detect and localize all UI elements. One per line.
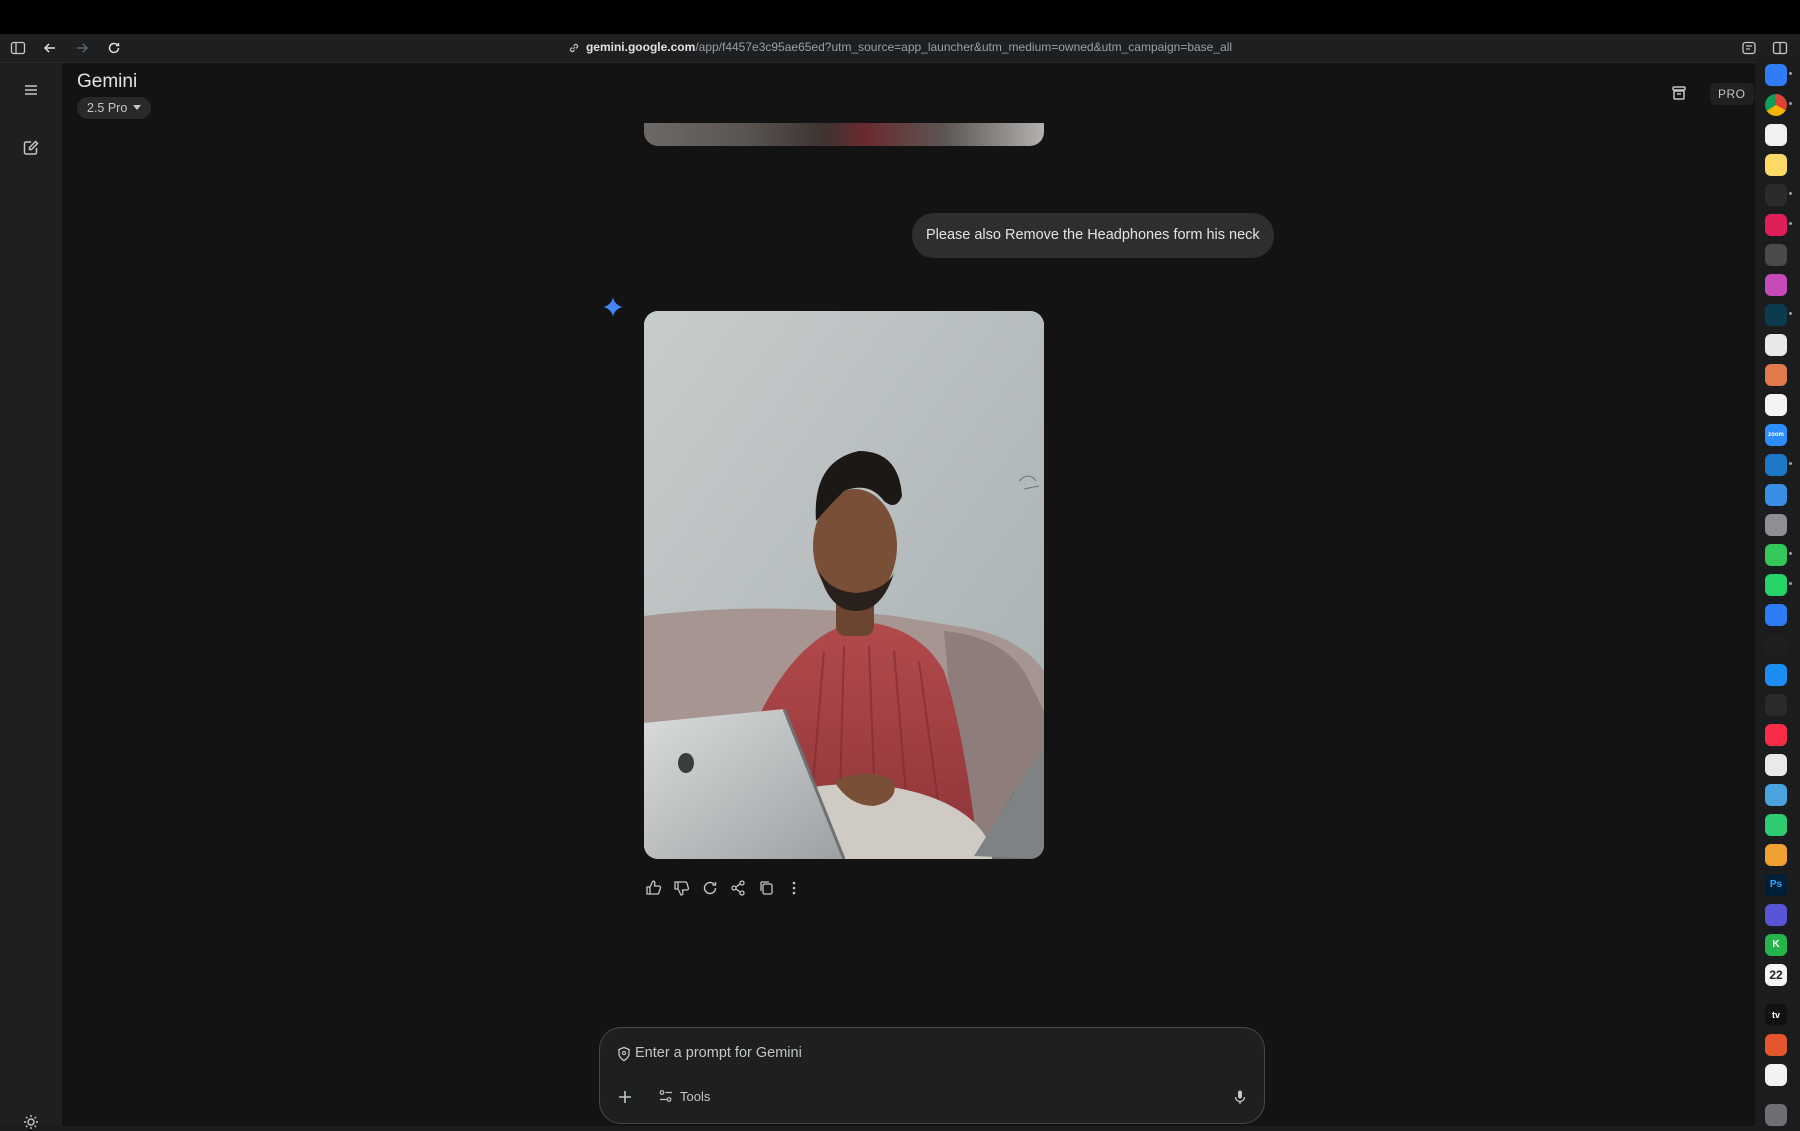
chart-app-icon[interactable] xyxy=(1765,694,1787,716)
slack-icon[interactable] xyxy=(1765,214,1787,236)
thumbs-up-icon[interactable] xyxy=(644,878,664,898)
activity-monitor-icon[interactable] xyxy=(1765,634,1787,656)
app-title: Gemini xyxy=(77,71,138,92)
new-chat-icon[interactable] xyxy=(19,136,43,160)
left-sidebar xyxy=(0,63,62,1126)
macos-dock: zoom Ps K 22 tv xyxy=(1755,56,1800,1126)
paperplane-app-icon[interactable] xyxy=(1765,604,1787,626)
user-message: Please also Remove the Headphones form h… xyxy=(912,213,1274,258)
photos-icon[interactable] xyxy=(1765,1064,1787,1086)
utility-app-icon[interactable] xyxy=(1765,784,1787,806)
photoshop-icon[interactable]: Ps xyxy=(1765,874,1787,896)
messages-icon[interactable] xyxy=(1765,544,1787,566)
notes-icon[interactable] xyxy=(1765,154,1787,176)
utility-red-icon[interactable] xyxy=(1765,1034,1787,1056)
pro-badge: PRO xyxy=(1710,83,1754,105)
tools-label: Tools xyxy=(680,1089,711,1104)
settings-app-icon[interactable] xyxy=(1765,904,1787,926)
more-options-icon[interactable] xyxy=(784,878,804,898)
shield-icon xyxy=(618,1046,630,1062)
microphone-icon[interactable] xyxy=(1231,1088,1249,1106)
caret-down-icon xyxy=(133,105,142,110)
previous-generated-image[interactable] xyxy=(644,123,1044,146)
running-indicator xyxy=(1789,462,1792,465)
prompt-composer: Enter a prompt for Gemini Tools xyxy=(599,1027,1265,1124)
model-label: 2.5 Pro xyxy=(87,101,128,115)
thumbs-down-icon[interactable] xyxy=(672,878,692,898)
finder-icon[interactable] xyxy=(1765,64,1787,86)
copy-icon[interactable] xyxy=(756,878,776,898)
chrome-icon[interactable] xyxy=(1765,94,1787,116)
model-selector[interactable]: 2.5 Pro xyxy=(77,97,152,119)
share-icon[interactable] xyxy=(728,878,748,898)
trash-icon[interactable] xyxy=(1765,1104,1787,1126)
menu-icon[interactable] xyxy=(19,78,43,102)
running-indicator xyxy=(1789,312,1792,315)
calendar-icon[interactable]: 22 xyxy=(1765,964,1787,986)
music-icon[interactable] xyxy=(1765,724,1787,746)
facetime-icon[interactable] xyxy=(1765,814,1787,836)
figma-icon[interactable] xyxy=(1765,184,1787,206)
url-path: /app/f4457e3c95ae65ed?utm_source=app_lau… xyxy=(695,40,1233,54)
running-indicator xyxy=(1789,552,1792,555)
split-view-icon[interactable] xyxy=(1772,40,1788,56)
apple-tv-icon[interactable]: tv xyxy=(1765,1004,1787,1026)
running-indicator xyxy=(1789,582,1792,585)
running-indicator xyxy=(1789,192,1792,195)
keka-icon[interactable]: K xyxy=(1765,934,1787,956)
generated-image[interactable] xyxy=(644,311,1044,859)
reader-icon[interactable] xyxy=(1741,40,1757,56)
browser-toolbar: gemini.google.com/app/f4457e3c95ae65ed?u… xyxy=(0,34,1800,63)
app-launcher-icon[interactable] xyxy=(1765,124,1787,146)
whatsapp-icon[interactable] xyxy=(1765,574,1787,596)
running-indicator xyxy=(1789,72,1792,75)
vscode-icon[interactable] xyxy=(1765,454,1787,476)
books-icon[interactable] xyxy=(1765,844,1787,866)
app-store-icon[interactable] xyxy=(1765,664,1787,686)
settings-icon[interactable] xyxy=(22,1113,40,1131)
system-settings-icon[interactable] xyxy=(1765,514,1787,536)
running-indicator xyxy=(1789,222,1792,225)
regenerate-icon[interactable] xyxy=(700,878,720,898)
incognito-chat-icon[interactable] xyxy=(1669,83,1689,103)
tools-icon xyxy=(659,1090,672,1102)
link-icon xyxy=(569,43,579,53)
photo-illustration xyxy=(644,311,1044,859)
drive-icon[interactable] xyxy=(1765,754,1787,776)
chatgpt-icon[interactable] xyxy=(1765,334,1787,356)
system-top-bar xyxy=(0,0,1800,34)
media-app-icon[interactable] xyxy=(1765,274,1787,296)
add-attachment-icon[interactable] xyxy=(616,1088,634,1106)
address-bar[interactable]: gemini.google.com/app/f4457e3c95ae65ed?u… xyxy=(0,40,1800,54)
claude-icon[interactable] xyxy=(1765,364,1787,386)
zoom-icon[interactable]: zoom xyxy=(1765,424,1787,446)
running-indicator xyxy=(1789,102,1792,105)
gemini-spark-icon xyxy=(603,297,623,317)
calculator-icon[interactable] xyxy=(1765,244,1787,266)
prompt-input[interactable]: Enter a prompt for Gemini xyxy=(635,1045,802,1061)
network-app-icon[interactable] xyxy=(1765,304,1787,326)
url-host: gemini.google.com xyxy=(585,40,696,54)
tools-button[interactable]: Tools xyxy=(658,1086,710,1108)
safari-icon[interactable] xyxy=(1765,484,1787,506)
photos-app-icon[interactable] xyxy=(1765,394,1787,416)
